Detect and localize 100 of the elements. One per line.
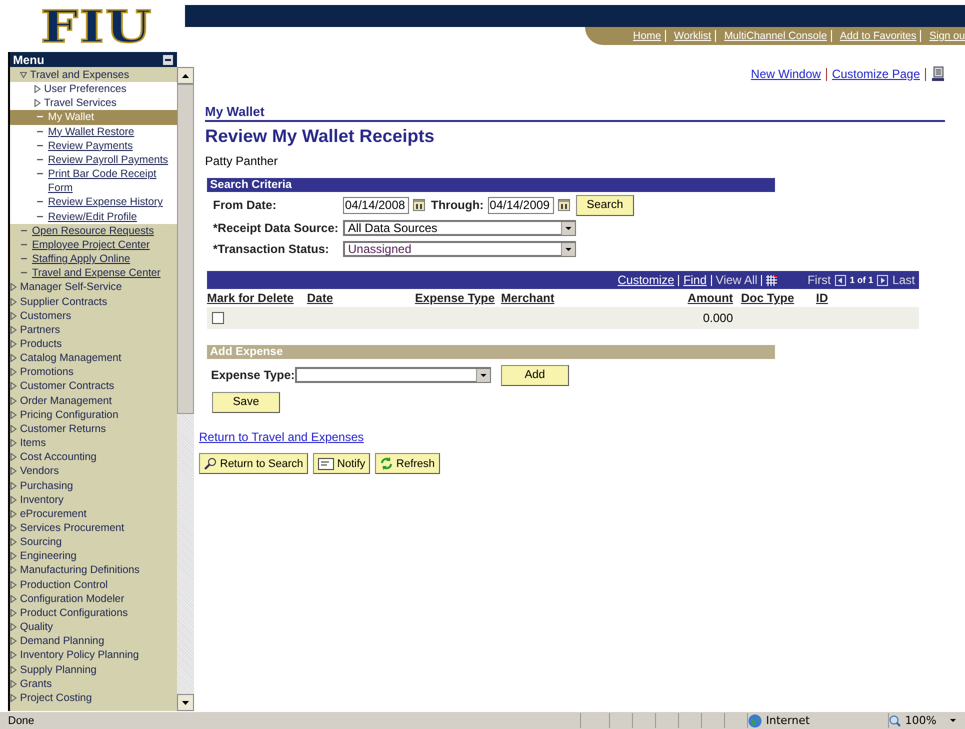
menu-folder[interactable]: eProcurement <box>20 506 87 521</box>
collapsed-triangle-icon[interactable] <box>10 368 17 376</box>
collapsed-triangle-icon[interactable] <box>34 99 41 108</box>
zoom-dropdown-icon[interactable] <box>950 719 956 722</box>
menu-folder[interactable]: Demand Planning <box>20 634 104 648</box>
collapsed-triangle-icon[interactable] <box>10 552 17 560</box>
collapsed-triangle-icon[interactable] <box>10 453 17 462</box>
calendar-icon[interactable] <box>558 199 570 211</box>
menu-link[interactable]: Review Expense History <box>48 195 163 210</box>
collapsed-triangle-icon[interactable] <box>10 651 17 660</box>
column-header[interactable]: Amount <box>641 291 741 305</box>
menu-folder[interactable]: Pricing Configuration <box>20 408 118 422</box>
scroll-up-button[interactable] <box>177 67 194 84</box>
dropdown-field[interactable]: All Data Sources <box>343 220 576 236</box>
menu-folder[interactable]: Engineering <box>20 549 77 564</box>
page-link[interactable]: New Window <box>750 67 821 81</box>
delete-checkbox[interactable] <box>212 312 224 324</box>
menu-row[interactable]: Review/Edit Profile <box>10 210 177 224</box>
menu-folder[interactable]: Production Control <box>20 578 108 592</box>
collapsed-triangle-icon[interactable] <box>10 312 17 320</box>
menu-link[interactable]: Review/Edit Profile <box>48 210 137 224</box>
collapsed-triangle-icon[interactable] <box>10 354 17 362</box>
menu-folder[interactable]: Inventory <box>20 492 64 507</box>
collapsed-triangle-icon[interactable] <box>10 496 17 504</box>
menu-row[interactable]: My Wallet Restore <box>10 124 177 139</box>
menu-link[interactable]: Review Payroll Payments <box>48 152 168 168</box>
menu-folder[interactable]: Supplier Contracts <box>20 294 108 309</box>
notify-button[interactable]: Notify <box>313 453 370 474</box>
column-header[interactable]: Mark for Delete <box>207 291 307 305</box>
menu-folder[interactable]: Customer Returns <box>20 422 106 436</box>
collapsed-triangle-icon[interactable] <box>10 580 17 589</box>
collapsed-triangle-icon[interactable] <box>10 424 17 433</box>
menu-folder[interactable]: Products <box>20 336 62 352</box>
menu-folder[interactable]: Vendors <box>20 464 59 479</box>
collapsed-triangle-icon[interactable] <box>10 623 17 632</box>
menu-link[interactable]: Travel and Expense Center <box>32 266 161 280</box>
menu-folder[interactable]: Order Management <box>20 394 112 408</box>
previous-icon[interactable] <box>834 274 846 286</box>
collapsed-triangle-icon[interactable] <box>10 524 17 532</box>
menu-link[interactable]: My Wallet Restore <box>48 124 134 139</box>
menu-row[interactable]: Review Payments <box>10 138 177 153</box>
menu-folder[interactable]: Services Procurement <box>20 521 124 536</box>
collapsed-triangle-icon[interactable] <box>10 340 17 348</box>
column-header[interactable]: Doc Type <box>741 291 816 305</box>
collapsed-triangle-icon[interactable] <box>10 283 17 292</box>
collapsed-triangle-icon[interactable] <box>10 410 17 419</box>
menu-row[interactable]: Review Payroll Payments <box>10 152 177 168</box>
document-icon[interactable] <box>931 66 945 82</box>
menu-link[interactable]: Print Bar Code Receipt Form <box>48 167 177 196</box>
collapsed-triangle-icon[interactable] <box>10 680 17 688</box>
scrollbar[interactable] <box>177 67 194 711</box>
menu-folder[interactable]: Items <box>20 436 46 450</box>
date-field[interactable]: 04/14/2008 <box>343 196 409 214</box>
page-link[interactable]: Customize Page <box>832 67 920 81</box>
add-button[interactable]: Add <box>500 364 569 386</box>
menu-row[interactable]: Staffing Apply Online <box>10 252 177 266</box>
search-button[interactable]: Search <box>576 194 634 216</box>
menu-folder[interactable]: Project Costing <box>20 690 92 706</box>
collapsed-triangle-icon[interactable] <box>10 467 17 476</box>
collapsed-triangle-icon[interactable] <box>10 298 17 306</box>
dropdown-field[interactable] <box>294 367 491 383</box>
menu-link[interactable]: Open Resource Requests <box>32 224 154 238</box>
refresh-button[interactable]: Refresh <box>375 453 440 474</box>
menu-row[interactable]: Open Resource Requests <box>10 224 177 238</box>
menu-folder[interactable]: Manager Self-Service <box>20 280 122 294</box>
menu-folder[interactable]: Inventory Policy Planning <box>20 648 139 663</box>
collapsed-triangle-icon[interactable] <box>10 666 17 674</box>
collapsed-triangle-icon[interactable] <box>10 326 17 334</box>
grid-icon[interactable] <box>766 274 778 286</box>
collapsed-triangle-icon[interactable] <box>34 85 41 94</box>
column-header[interactable]: Date <box>307 291 415 305</box>
menu-folder[interactable]: Supply Planning <box>20 662 97 677</box>
menu-folder[interactable]: Customer Contracts <box>20 379 114 394</box>
collapsed-triangle-icon[interactable] <box>10 510 17 518</box>
menu-folder[interactable]: Quality <box>20 620 53 634</box>
menu-folder[interactable]: Product Configurations <box>20 606 128 620</box>
menu-row[interactable]: Travel and Expense Center <box>10 266 177 280</box>
menu-folder[interactable]: Promotions <box>20 365 74 380</box>
menu-row[interactable]: Print Bar Code Receipt Form <box>10 167 177 196</box>
menu-row[interactable]: Employee Project Center <box>10 238 177 252</box>
menu-folder[interactable]: Configuration Modeler <box>20 592 124 606</box>
return-to-search-button[interactable]: Return to Search <box>199 453 308 474</box>
menu-folder[interactable]: Purchasing <box>20 478 73 493</box>
collapsed-triangle-icon[interactable] <box>10 439 17 448</box>
collapsed-triangle-icon[interactable] <box>10 396 17 405</box>
column-header[interactable]: Expense Type <box>415 291 501 305</box>
grid-link[interactable]: Customize <box>618 273 674 287</box>
menu-link[interactable]: Staffing Apply Online <box>32 252 130 266</box>
scroll-thumb[interactable] <box>177 84 194 414</box>
menu-folder[interactable]: Manufacturing Definitions <box>20 563 140 578</box>
grid-link[interactable]: Find <box>683 273 707 287</box>
menu-folder[interactable]: Sourcing <box>20 535 62 550</box>
collapsed-triangle-icon[interactable] <box>10 566 17 574</box>
menu-folder[interactable]: Travel and Expenses <box>30 68 130 82</box>
save-button[interactable]: Save <box>212 392 280 412</box>
collapse-icon[interactable] <box>163 54 173 64</box>
collapsed-triangle-icon[interactable] <box>10 482 17 490</box>
expanded-triangle-icon[interactable] <box>20 71 27 79</box>
zoom-level[interactable]: 100% <box>905 714 936 727</box>
scroll-down-button[interactable] <box>177 694 194 711</box>
